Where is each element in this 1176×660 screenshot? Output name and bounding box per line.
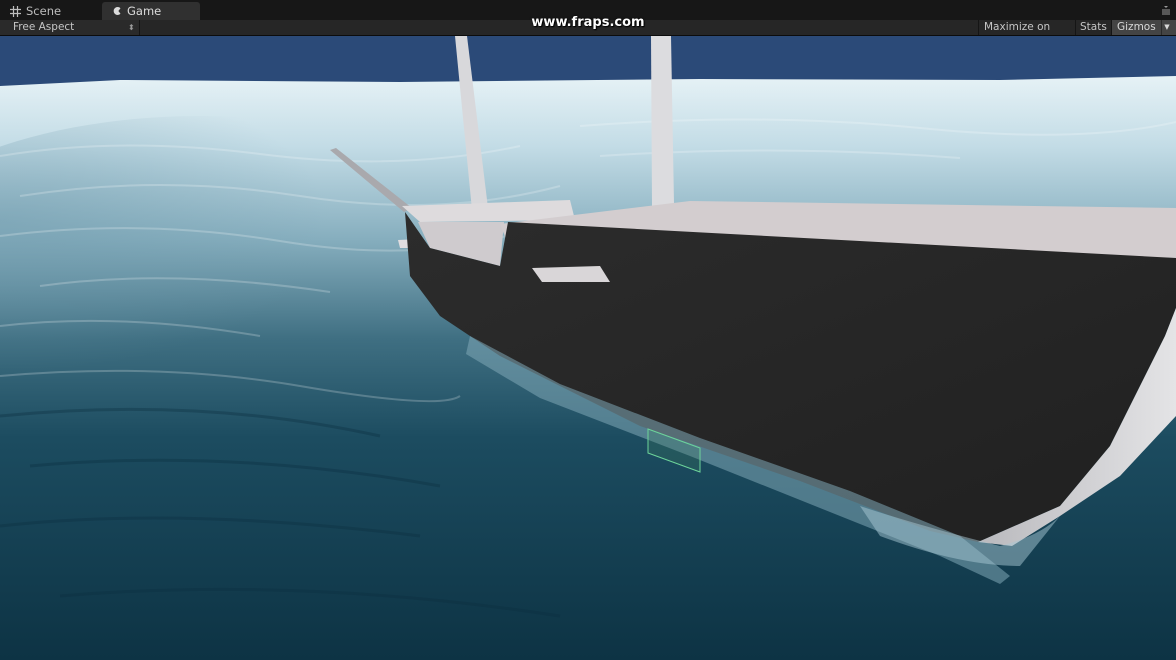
aspect-dropdown[interactable]: Free Aspect ⬍ bbox=[0, 20, 140, 35]
gizmos-toggle[interactable]: Gizmos ▼ bbox=[1111, 20, 1176, 35]
tab-scene[interactable]: Scene bbox=[0, 2, 96, 20]
tab-game[interactable]: Game bbox=[102, 2, 200, 20]
tab-bar: Scene Game bbox=[0, 0, 1176, 20]
grid-icon bbox=[10, 5, 21, 17]
main-mast bbox=[651, 36, 674, 206]
tab-game-label: Game bbox=[127, 4, 162, 18]
stats-toggle[interactable]: Stats bbox=[1075, 20, 1111, 35]
game-viewport[interactable] bbox=[0, 36, 1176, 660]
gizmos-dropdown-arrow-icon[interactable]: ▼ bbox=[1161, 20, 1172, 35]
aspect-label: Free Aspect bbox=[13, 21, 75, 33]
gizmos-label: Gizmos bbox=[1117, 21, 1156, 33]
maximize-on-play-toggle[interactable]: Maximize on Play bbox=[978, 20, 1075, 48]
game-controller-icon bbox=[113, 7, 121, 15]
updown-arrows-icon: ⬍ bbox=[128, 23, 135, 32]
game-scene bbox=[0, 36, 1176, 660]
tab-scene-label: Scene bbox=[26, 4, 62, 18]
panel-menu-icon[interactable] bbox=[1160, 4, 1172, 16]
game-toolbar: Free Aspect ⬍ Maximize on Play Stats Giz… bbox=[0, 20, 1176, 48]
